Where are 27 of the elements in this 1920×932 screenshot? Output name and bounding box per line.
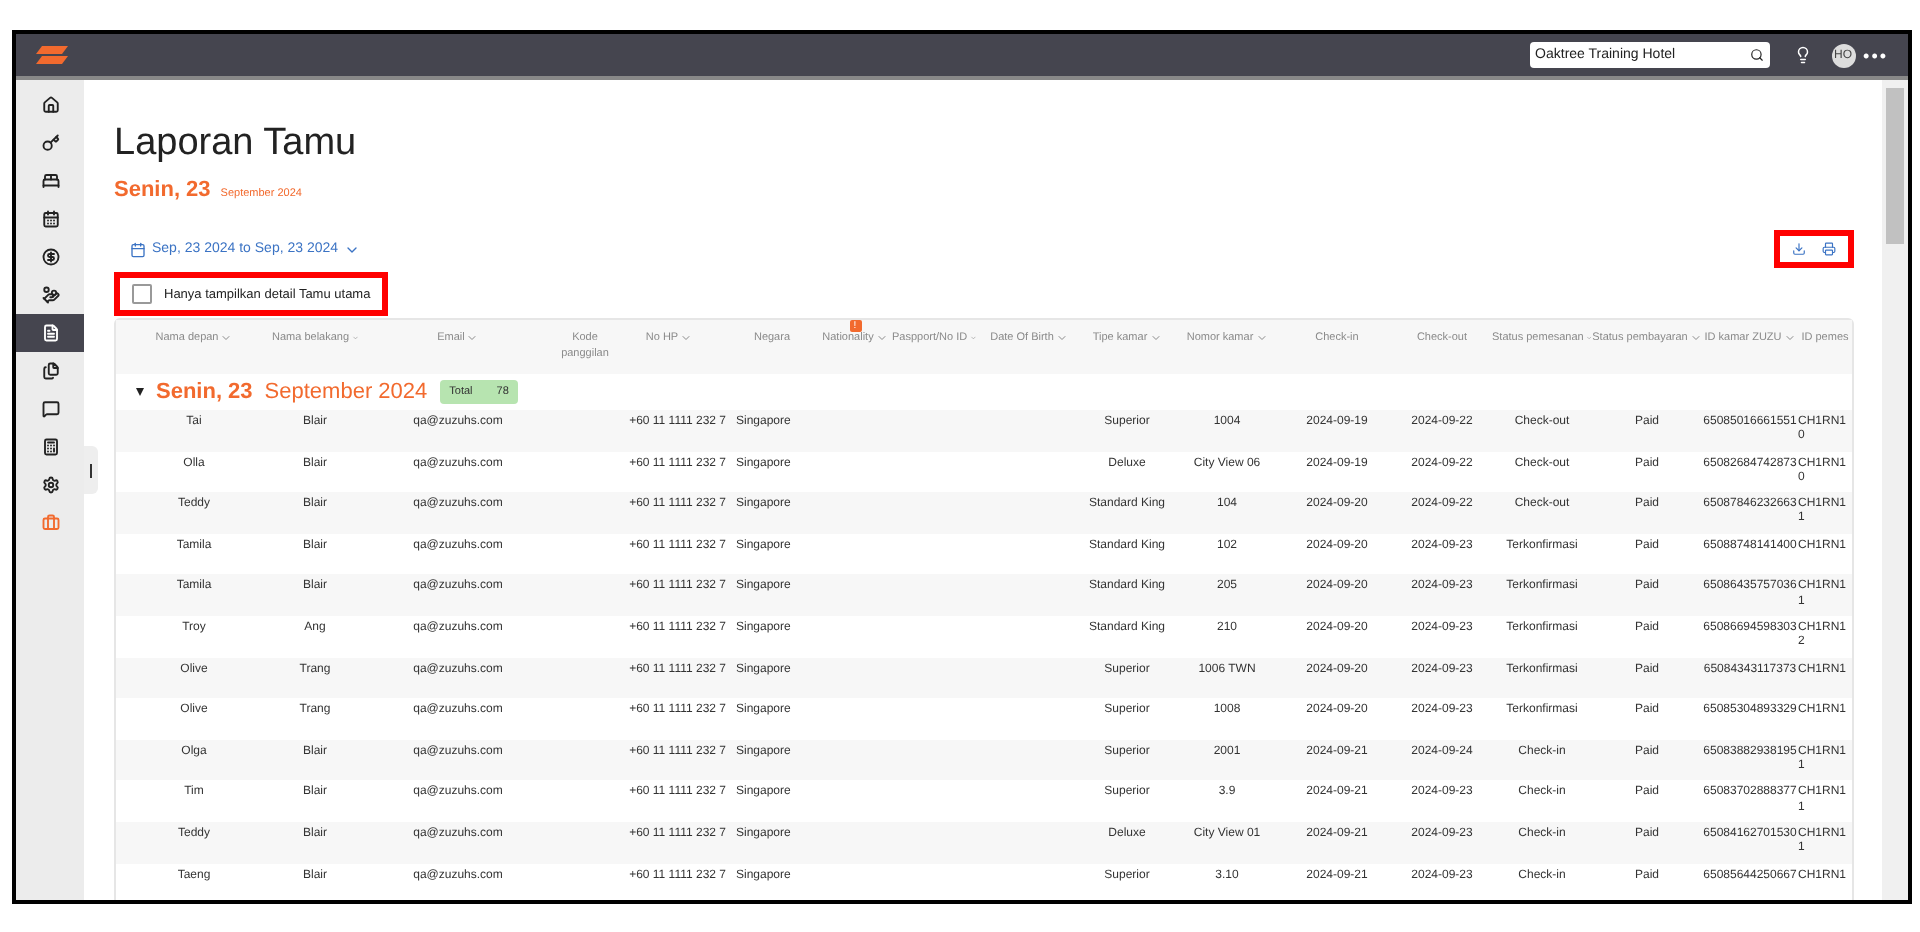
calculator-icon	[41, 438, 59, 456]
bed-icon	[41, 172, 59, 190]
group-month: September 2024	[264, 380, 428, 404]
lightbulb-icon[interactable]	[1793, 46, 1812, 64]
chat-icon	[41, 400, 59, 418]
more-menu[interactable]: •••	[1863, 45, 1888, 65]
group-day: Senin, 23	[156, 380, 253, 404]
coin-icon	[41, 248, 59, 266]
settings-icon	[41, 476, 59, 494]
document-icon	[41, 324, 59, 342]
page-title: Laporan Tamu	[114, 122, 359, 166]
briefcase-icon	[41, 514, 59, 532]
calendar-icon	[130, 241, 146, 257]
hand-coin-icon	[41, 286, 59, 304]
key-icon	[41, 134, 59, 152]
sidebar-item[interactable]	[16, 314, 84, 352]
logo-icon	[36, 46, 68, 64]
date-day: Senin, 23	[114, 178, 211, 202]
scrollbar[interactable]	[1882, 80, 1908, 900]
print-icon[interactable]	[1822, 242, 1836, 256]
search-icon[interactable]	[1749, 48, 1764, 62]
sidebar-toggle[interactable]	[84, 446, 98, 494]
download-icon[interactable]	[1792, 242, 1806, 256]
files-icon	[41, 362, 59, 380]
collapse-triangle-icon[interactable]	[136, 388, 144, 396]
home-icon	[41, 96, 59, 114]
calendar-icon	[41, 210, 59, 228]
